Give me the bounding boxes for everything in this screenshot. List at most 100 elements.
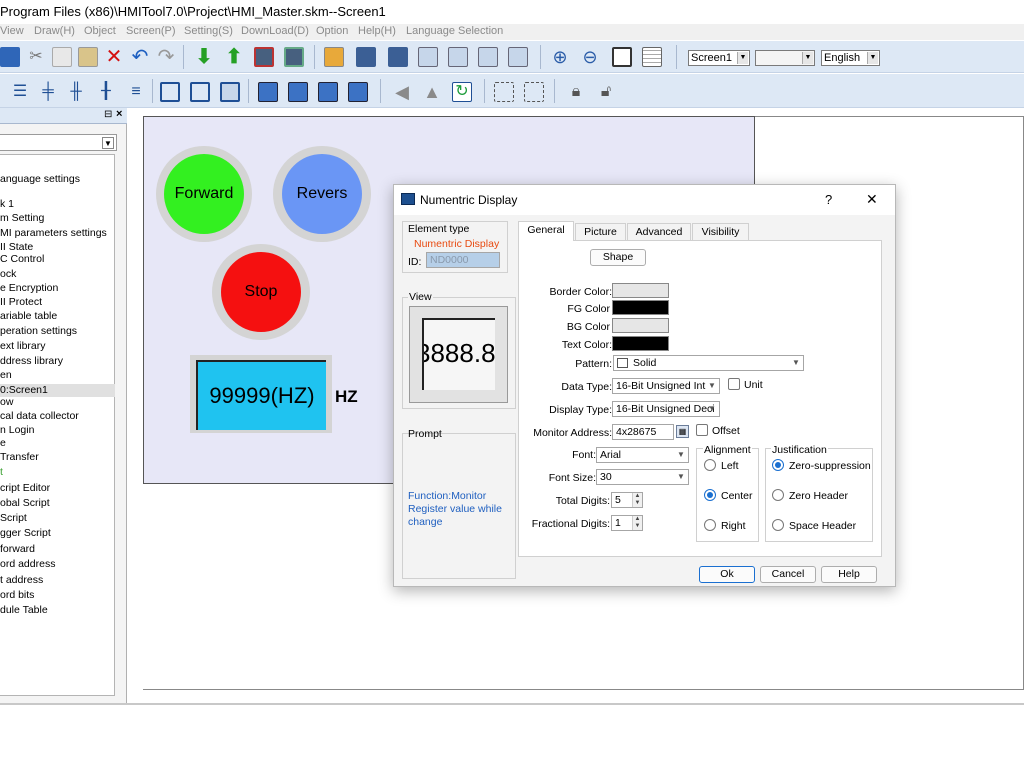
tree-item[interactable]: m Setting [0,212,115,225]
menu-screen[interactable]: Screen(P) [126,25,176,37]
tree-item[interactable]: gger Script [0,527,115,540]
tree-item[interactable]: t address [0,574,115,587]
fg-color-swatch[interactable] [612,300,669,315]
send-backward-icon[interactable] [348,82,368,102]
tree-item[interactable]: ext library [0,340,115,353]
same-width-icon[interactable] [160,82,180,102]
align-left-radio[interactable] [704,459,716,471]
tab-picture[interactable]: Picture [575,223,626,241]
tree-item[interactable]: MI parameters settings [0,227,115,240]
space-header-radio[interactable] [772,519,784,531]
tree-item[interactable]: II Protect [0,296,115,309]
tree-item[interactable]: k 1 [0,198,115,211]
redo-icon[interactable]: ↷ [156,47,176,67]
fit-screen-icon[interactable] [612,47,632,67]
address-picker-icon[interactable]: ▦ [676,425,689,438]
monitor-address-field[interactable]: 4x28675 [612,424,674,440]
align-right-radio[interactable] [704,519,716,531]
panel-dropdown[interactable]: ▼ [0,134,117,151]
tree-item[interactable]: t [0,466,115,479]
find-replace-icon[interactable] [388,47,408,67]
panel-close-icon[interactable]: × [116,108,122,120]
lock-icon[interactable]: 🔒︎ [566,82,586,102]
spinner-icon[interactable]: ▲ ▼ [632,493,642,507]
help-button[interactable]: Help [821,566,877,583]
align-right-icon[interactable]: ☰ [10,82,30,102]
align-middle-icon[interactable]: ╪ [38,82,58,102]
undo-icon[interactable]: ↶ [130,47,150,67]
tree-item[interactable]: obal Script [0,497,115,510]
language-select[interactable]: English ▼ [821,50,880,66]
zoom-in-icon[interactable]: ⊕ [550,47,570,67]
tree-item[interactable]: C Control [0,253,115,266]
tree-item[interactable]: cript Editor [0,482,115,495]
bring-front-icon[interactable] [258,82,278,102]
menu-object[interactable]: Object [84,25,116,37]
rotate-icon[interactable]: ↻ [452,82,472,102]
tree-item[interactable]: Transfer [0,451,115,464]
bg-color-swatch[interactable] [612,318,669,333]
tree-item[interactable]: peration settings [0,325,115,338]
blank-select[interactable]: ▼ [755,50,815,66]
menu-download[interactable]: DownLoad(D) [241,25,309,37]
tree-item[interactable]: dule Table [0,604,115,617]
fractional-digits-field[interactable]: 1 ▲ ▼ [611,515,643,531]
new-screen-icon[interactable] [324,47,344,67]
window-icon[interactable] [448,47,468,67]
tree-item[interactable]: en [0,369,115,382]
download-device-icon[interactable] [254,47,274,67]
arrow-up-icon[interactable]: ⬆ [224,47,244,67]
tab-advanced[interactable]: Advanced [627,223,691,241]
tree-item[interactable]: ddress library [0,355,115,368]
align-center-icon[interactable]: ╫ [66,82,86,102]
library-icon[interactable] [478,47,498,67]
display-type-select[interactable]: 16-Bit Unsigned Deci ▼ [612,401,720,417]
total-digits-field[interactable]: 5 ▲ ▼ [611,492,643,508]
flip-horizontal-icon[interactable]: ◀ [392,82,412,102]
flip-vertical-icon[interactable]: ▲ [422,82,442,102]
close-icon[interactable]: ✕ [866,191,878,208]
tab-general[interactable]: General [518,221,574,241]
screen-select[interactable]: Screen1 ▼ [688,50,750,66]
align-center-radio[interactable] [704,489,716,501]
stop-button[interactable]: Stop [212,244,310,340]
tree-item[interactable]: e [0,437,115,450]
save-icon[interactable] [0,47,20,67]
font-size-select[interactable]: 30 ▼ [596,469,689,485]
pattern-select[interactable]: Solid ▼ [613,355,804,371]
shape-button[interactable]: Shape [590,249,646,266]
tree-item[interactable]: n Login [0,424,115,437]
zero-suppression-radio[interactable] [772,459,784,471]
tab-visibility[interactable]: Visibility [692,223,749,241]
tree-item[interactable]: cal data collector [0,410,115,423]
screen-icon[interactable] [418,47,438,67]
cancel-button[interactable]: Cancel [760,566,816,583]
copy-icon[interactable] [52,47,72,67]
find-icon[interactable] [356,47,376,67]
arrow-down-icon[interactable]: ⬇ [194,47,214,67]
same-size-icon[interactable] [220,82,240,102]
tree-item[interactable]: ord bits [0,589,115,602]
data-type-select[interactable]: 16-Bit Unsigned Int ▼ [612,378,720,394]
font-select[interactable]: Arial ▼ [596,447,689,463]
menu-draw[interactable]: Draw(H) [34,25,75,37]
help-icon[interactable]: ? [825,192,832,207]
send-back-icon[interactable] [288,82,308,102]
text-color-swatch[interactable] [612,336,669,351]
unlock-icon[interactable]: 🔓︎ [596,82,616,102]
paste-icon[interactable] [78,47,98,67]
distribute-vertical-icon[interactable]: ≡ [126,82,146,102]
spinner-icon[interactable]: ▲ ▼ [632,516,642,530]
zero-header-radio[interactable] [772,489,784,501]
menu-setting[interactable]: Setting(S) [184,25,233,37]
tree-item[interactable]: ariable table [0,310,115,323]
menu-view[interactable]: View [0,25,24,37]
same-height-icon[interactable] [190,82,210,102]
offset-checkbox[interactable] [696,424,708,436]
tree-item[interactable]: e Encryption [0,282,115,295]
tree-item[interactable]: ow [0,396,115,409]
delete-icon[interactable]: ✕ [104,47,124,67]
menu-option[interactable]: Option [316,25,348,37]
menu-language[interactable]: Language Selection [406,25,503,37]
tree-item[interactable]: anguage settings [0,173,115,186]
